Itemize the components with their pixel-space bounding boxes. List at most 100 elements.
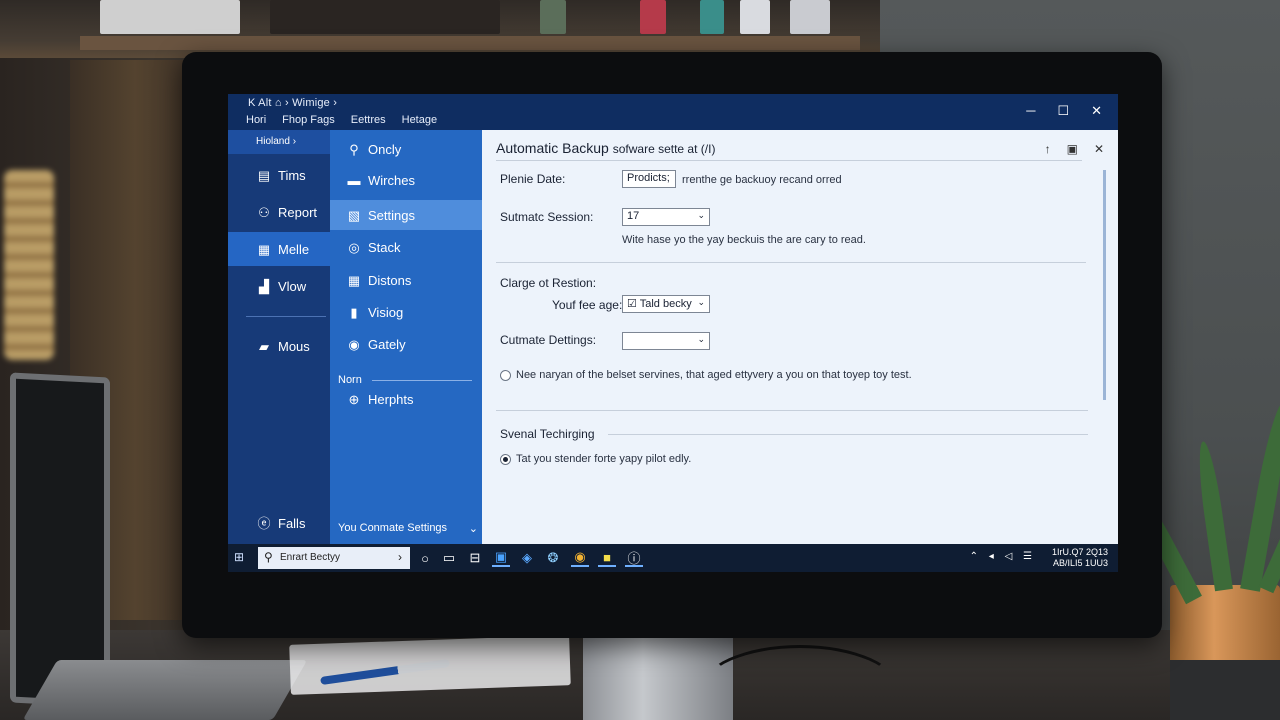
option-radio[interactable]: [500, 370, 511, 381]
info-icon: ⓔ: [257, 515, 271, 531]
window-controls: ─ ☐ ✕: [1026, 103, 1102, 119]
clock[interactable]: 1IrU.Q7 2Q13 AB/ILI5 1UU3: [1052, 547, 1108, 569]
panel-controls: ↑ ▣ ✕: [1045, 142, 1104, 156]
section-divider: [372, 380, 472, 381]
settings-panel: Automatic Backup sofware sette at (/I) ↑…: [482, 130, 1118, 544]
clock-line-2: AB/ILI5 1UU3: [1052, 558, 1108, 568]
conmate-settings-link[interactable]: You Conmate Settings ⌄: [338, 522, 478, 535]
title-sub: sofware sette at (/I): [612, 142, 716, 156]
plenie-date-note: rrenthe ge backuoy recand orred: [682, 174, 842, 186]
nav-item-tims[interactable]: ▤ Tims: [228, 158, 330, 192]
nav-item-mous[interactable]: ▰ Mous: [228, 329, 330, 363]
primary-nav: Hioland › ▤ Tims ⚇ Report ▦ Melle ▟ Vlow…: [228, 130, 330, 544]
screen: K Alt ⌂ › Wimige › Hori Fhop Fags Eettre…: [228, 94, 1118, 572]
page-title: Automatic Backup sofware sette at (/I): [496, 140, 715, 156]
cortana-icon[interactable]: ○: [416, 549, 434, 567]
start-icon[interactable]: ⊞: [234, 550, 250, 566]
taskbar: ⊞ ⚲ Enrart Bectyy › ○ ▭ ⊟ ▣ ◈ ❂ ◉ ■ ⓘ ⌃ …: [228, 544, 1118, 572]
search-icon: ⚲: [264, 550, 273, 564]
chart-icon: ▟: [259, 278, 269, 294]
edge-icon[interactable]: ◈: [518, 549, 536, 567]
notes-icon[interactable]: ■: [598, 549, 616, 567]
network-app-icon[interactable]: ❂: [544, 549, 562, 567]
maximize-icon[interactable]: ☐: [1057, 103, 1069, 119]
nav-item-label: Tims: [278, 167, 306, 183]
mid-item-herphts[interactable]: ⊕ Herphts: [330, 384, 482, 414]
system-tray[interactable]: ⌃ ◂ ◁ ☰: [970, 551, 1036, 562]
plenie-date-field[interactable]: Prodicts;: [622, 170, 676, 188]
search-text: Enrart Bectyy: [280, 552, 341, 563]
nav-item-report[interactable]: ⚇ Report: [228, 195, 330, 229]
globe-icon: ⊕: [348, 391, 360, 407]
plenie-date-label: Plenie Date:: [500, 172, 566, 186]
mid-item-label: Stack: [368, 239, 401, 255]
mid-item-label: Herphts: [368, 391, 414, 407]
chevron-down-icon: ⌄: [697, 334, 705, 344]
mid-item-gately[interactable]: ◉ Gately: [330, 329, 482, 359]
scrollbar[interactable]: [1103, 170, 1106, 400]
shelf-book: [700, 0, 724, 34]
section-title-rule: [608, 434, 1088, 435]
mid-item-label: Distons: [368, 272, 412, 288]
nav-item-falls[interactable]: ⓔ Falls: [228, 506, 330, 540]
info-app-icon[interactable]: ⓘ: [625, 549, 643, 567]
nav-item-label: Report: [278, 204, 318, 220]
restore-icon[interactable]: ▣: [1067, 142, 1078, 156]
folder-icon: ▰: [259, 338, 269, 354]
fee-label: Youf fee age:: [552, 298, 623, 312]
section-divider: [496, 410, 1088, 411]
arrow-up-icon[interactable]: ↑: [1045, 142, 1051, 156]
cutmate-select[interactable]: ⌄: [622, 332, 710, 350]
document-icon: ▤: [257, 167, 271, 183]
menu-item-home[interactable]: Hori: [246, 114, 266, 126]
chevron-right-icon: ›: [398, 550, 402, 564]
shelf-box: [100, 0, 240, 34]
close-icon[interactable]: ✕: [1091, 103, 1102, 119]
cutmate-label: Cutmate Dettings:: [500, 333, 597, 347]
plant-pot-base: [1170, 660, 1280, 720]
shelf-book: [540, 0, 566, 34]
nav-header[interactable]: Hioland ›: [228, 130, 330, 154]
car-icon: ▬: [347, 172, 361, 188]
pin-icon: ◎: [348, 239, 360, 255]
mid-item-settings[interactable]: ▧ Settings: [330, 200, 482, 230]
mid-item-visiog[interactable]: ▮ Visiog: [330, 297, 482, 327]
minimize-icon[interactable]: ─: [1026, 103, 1035, 119]
report-icon: ⚇: [258, 204, 270, 220]
close-icon[interactable]: ✕: [1094, 142, 1104, 156]
mid-item-oncly[interactable]: ⚲ Oncly: [330, 134, 482, 164]
option-radio-selected[interactable]: [500, 454, 511, 465]
menu-item-help[interactable]: Hetage: [402, 114, 437, 126]
nav-item-vlow[interactable]: ▟ Vlow: [228, 269, 330, 303]
page-icon: ▮: [350, 304, 358, 320]
mid-item-stack[interactable]: ◎ Stack: [330, 232, 482, 262]
menu-item-shop-pages[interactable]: Fhop Fags: [282, 114, 335, 126]
mid-item-label: Gately: [368, 336, 406, 352]
fee-select[interactable]: ☑ Tald becky ⌄: [622, 295, 710, 313]
taskbar-search[interactable]: ⚲ Enrart Bectyy ›: [258, 547, 410, 569]
store-icon[interactable]: ▣: [492, 549, 510, 567]
nav-item-label: Melle: [278, 241, 310, 257]
session-select[interactable]: 17 ⌄: [622, 208, 710, 226]
widgets-icon[interactable]: ⊟: [466, 549, 484, 567]
grid-icon: ▦: [347, 272, 361, 288]
section-title: Svenal Techirging: [500, 427, 595, 441]
mid-item-distons[interactable]: ▦ Distons: [330, 265, 482, 295]
nav-item-melle[interactable]: ▦ Melle: [228, 232, 330, 266]
title-main: Automatic Backup: [496, 140, 609, 156]
option-radio-label: Nee naryan of the belset servines, that …: [516, 369, 912, 381]
fee-select-value: Tald becky: [639, 298, 692, 310]
bookshelf-top: [0, 0, 880, 58]
laptop: [10, 372, 110, 708]
nav-item-label: Mous: [278, 338, 310, 354]
menu-item-settings[interactable]: Eettres: [351, 114, 386, 126]
mid-item-label: Oncly: [368, 141, 402, 157]
menu-bar: Hori Fhop Fags Eettres Hetage: [246, 114, 437, 126]
chrome-icon[interactable]: ◉: [571, 549, 589, 567]
mid-item-label: Settings: [368, 207, 415, 223]
laptop-keyboard: [22, 660, 308, 720]
task-view-icon[interactable]: ▭: [440, 549, 458, 567]
grid-icon: ▦: [257, 241, 271, 257]
option-radio-label: Tat you stender forte yapy pilot edly.: [516, 453, 692, 465]
mid-item-wirches[interactable]: ▬ Wirches: [330, 165, 482, 195]
